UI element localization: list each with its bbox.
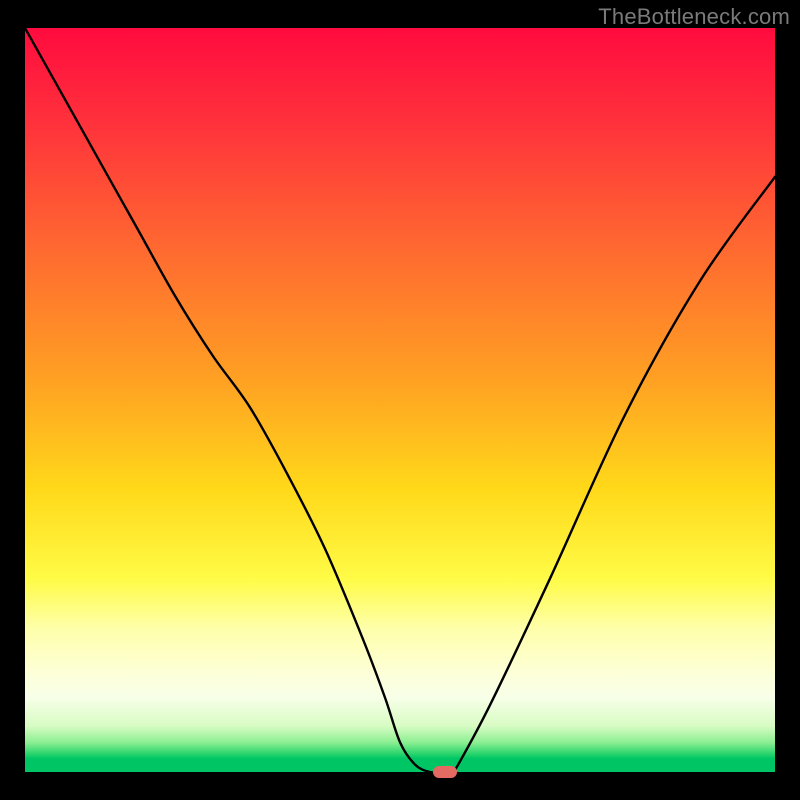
chart-frame: TheBottleneck.com <box>0 0 800 800</box>
bottleneck-curve <box>25 28 775 772</box>
optimal-point-marker <box>433 766 457 778</box>
plot-area <box>25 28 775 772</box>
watermark-text: TheBottleneck.com <box>598 4 790 30</box>
